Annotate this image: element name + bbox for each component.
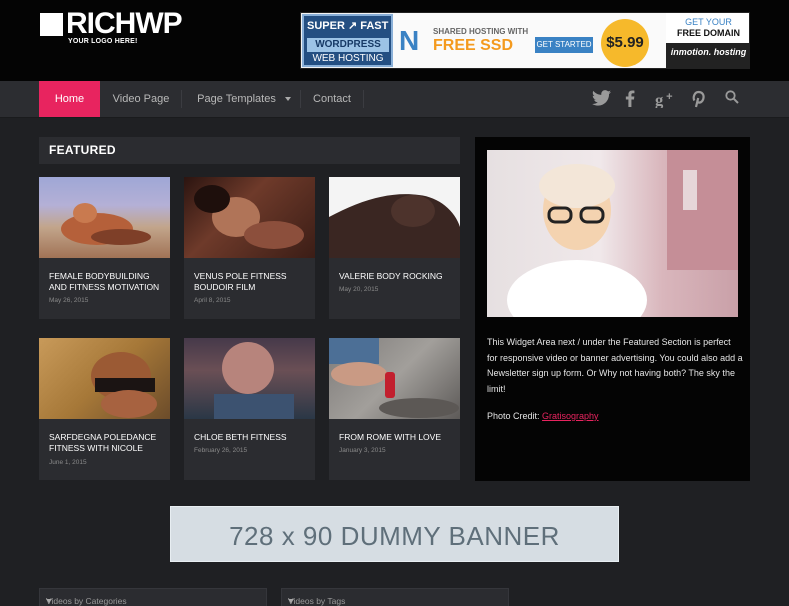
video-card-title[interactable]: VALERIE BODY ROCKING xyxy=(339,271,457,282)
nav-page-templates-label: Page Templates xyxy=(197,93,276,105)
nav-separator xyxy=(300,90,301,108)
site-logo[interactable]: RICHWP YOUR LOGO HERE! xyxy=(40,7,210,51)
video-card[interactable]: VENUS POLE FITNESS BOUDOIR FILM April 8,… xyxy=(184,177,315,319)
widget-text: This Widget Area next / under the Featur… xyxy=(487,337,743,394)
ad-free-ssd: FREE SSD xyxy=(433,37,514,54)
ad-price-badge: $5.99 xyxy=(601,19,649,67)
video-thumbnail[interactable] xyxy=(184,338,315,419)
video-card-date: April 8, 2015 xyxy=(194,297,231,304)
video-thumbnail[interactable] xyxy=(329,338,460,419)
photo-credit: Photo Credit: Gratisography xyxy=(487,411,599,421)
video-thumbnail[interactable] xyxy=(39,177,170,258)
dummy-banner[interactable]: 728 x 90 DUMMY BANNER xyxy=(170,506,619,562)
video-card-title[interactable]: CHLOE BETH FITNESS xyxy=(194,432,312,443)
nav-separator xyxy=(363,90,364,108)
chevron-down-icon xyxy=(284,97,291,102)
select-value: Videos by Tags xyxy=(288,596,346,606)
featured-section-header: FEATURED xyxy=(39,137,460,164)
videos-by-categories-select[interactable]: Videos by Categories xyxy=(39,588,267,606)
google-plus-icon[interactable]: g + xyxy=(655,90,679,109)
nav-home[interactable]: Home xyxy=(39,81,100,117)
logo-text: RICHWP xyxy=(66,7,183,40)
photo-credit-link[interactable]: Gratisography xyxy=(542,411,599,421)
chevron-down-icon xyxy=(46,599,52,603)
photo-credit-label: Photo Credit: xyxy=(487,411,543,421)
ad-domain-panel: GET YOUR FREE DOMAIN inmotion. hosting xyxy=(666,13,749,68)
ad-free-domain: FREE DOMAIN xyxy=(677,28,740,38)
top-ad-banner[interactable]: SUPER ↗ FAST WORDPRESS WEB HOSTING N SHA… xyxy=(300,12,750,69)
videos-by-tags-select[interactable]: Videos by Tags xyxy=(281,588,509,606)
video-card[interactable]: FROM ROME WITH LOVE January 3, 2015 xyxy=(329,338,460,480)
pinterest-icon[interactable] xyxy=(688,90,708,108)
select-value: Videos by Categories xyxy=(46,596,127,606)
sidebar-widget: This Widget Area next / under the Featur… xyxy=(475,137,750,481)
banner-text: 728 x 90 DUMMY BANNER xyxy=(229,521,560,551)
ad-get-started-button[interactable]: GET STARTED xyxy=(535,37,593,53)
video-thumbnail[interactable] xyxy=(39,338,170,419)
video-card-date: June 1, 2015 xyxy=(49,459,87,466)
widget-photo xyxy=(487,150,738,317)
ad-super-fast: SUPER ↗ FAST xyxy=(307,20,389,32)
featured-heading: FEATURED xyxy=(49,143,116,157)
video-card[interactable]: SARFDEGNA POLEDANCE FITNESS WITH NICOLE … xyxy=(39,338,170,480)
video-card-date: May 26, 2015 xyxy=(49,297,89,304)
video-card[interactable]: VALERIE BODY ROCKING May 20, 2015 xyxy=(329,177,460,319)
ad-fast-wordpress-panel: SUPER ↗ FAST WORDPRESS WEB HOSTING xyxy=(302,14,393,67)
ad-get-your: GET YOUR xyxy=(685,17,732,27)
video-card-title[interactable]: FEMALE BODYBUILDING AND FITNESS MOTIVATI… xyxy=(49,271,167,293)
video-card-title[interactable]: VENUS POLE FITNESS BOUDOIR FILM xyxy=(194,271,312,293)
ad-shared-hosting: SHARED HOSTING WITH xyxy=(433,27,529,36)
video-card-date: February 26, 2015 xyxy=(194,447,248,454)
nav-page-templates[interactable]: Page Templates xyxy=(188,81,300,117)
ad-inmotion-brand: inmotion. hosting xyxy=(666,43,749,68)
video-card-title[interactable]: FROM ROME WITH LOVE xyxy=(339,432,457,443)
video-card-date: January 3, 2015 xyxy=(339,447,386,454)
svg-text:+: + xyxy=(666,91,673,103)
search-icon[interactable] xyxy=(722,90,742,108)
video-thumbnail[interactable] xyxy=(184,177,315,258)
nav-video-page[interactable]: Video Page xyxy=(107,81,175,117)
server-logo-icon: N xyxy=(399,25,420,56)
logo-tagline: YOUR LOGO HERE! xyxy=(68,38,138,45)
nav-contact[interactable]: Contact xyxy=(306,81,358,117)
video-thumbnail[interactable] xyxy=(329,177,460,258)
video-card-title[interactable]: SARFDEGNA POLEDANCE FITNESS WITH NICOLE xyxy=(49,432,167,454)
top-bar: RICHWP YOUR LOGO HERE! SUPER ↗ FAST WORD… xyxy=(0,0,789,81)
twitter-icon[interactable] xyxy=(591,90,611,108)
logo-square-icon xyxy=(40,13,63,36)
facebook-icon[interactable] xyxy=(620,90,640,108)
ad-wordpress: WORDPRESS xyxy=(307,38,389,52)
video-card-date: May 20, 2015 xyxy=(339,286,379,293)
video-card[interactable]: FEMALE BODYBUILDING AND FITNESS MOTIVATI… xyxy=(39,177,170,319)
ad-ssd-panel: N SHARED HOSTING WITH FREE SSD GET START… xyxy=(393,13,666,68)
ad-web-hosting: WEB HOSTING xyxy=(312,53,384,64)
svg-text:g: g xyxy=(655,90,664,108)
main-nav: Home Video Page Page Templates Contact g… xyxy=(0,81,789,118)
chevron-down-icon xyxy=(288,599,294,603)
nav-separator xyxy=(181,90,182,108)
video-card[interactable]: CHLOE BETH FITNESS February 26, 2015 xyxy=(184,338,315,480)
